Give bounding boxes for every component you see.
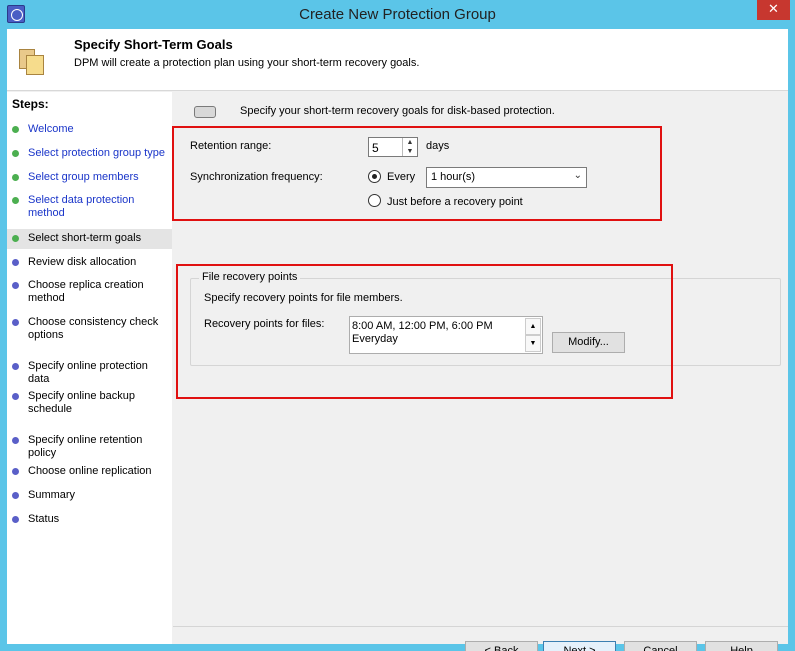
step-specify-online-backup-schedule: Specify online backup schedule bbox=[7, 390, 172, 418]
recovery-times: 8:00 AM, 12:00 PM, 6:00 PM bbox=[352, 320, 493, 332]
step-select-data-protection-method[interactable]: Select data protection method bbox=[7, 194, 172, 222]
modify-button[interactable]: Modify... bbox=[552, 332, 625, 353]
step-done-icon bbox=[12, 150, 19, 157]
page-description: DPM will create a protection plan using … bbox=[74, 57, 420, 69]
step-summary: Summary bbox=[7, 489, 172, 505]
step-done-icon bbox=[12, 174, 19, 181]
step-specify-online-retention-policy: Specify online retention policy bbox=[7, 434, 172, 459]
step-status: Status bbox=[7, 513, 172, 529]
sync-interval-dropdown[interactable]: 1 hour(s) ⌄ bbox=[426, 167, 587, 188]
before-recovery-point-label[interactable]: Just before a recovery point bbox=[387, 196, 523, 208]
step-pending-icon bbox=[12, 259, 19, 266]
step-done-icon bbox=[12, 197, 19, 204]
close-button[interactable]: ✕ bbox=[757, 0, 790, 20]
step-specify-online-protection-data: Specify online protection data bbox=[7, 360, 172, 385]
step-pending-icon bbox=[12, 282, 19, 289]
step-label: Welcome bbox=[28, 123, 74, 135]
scroll-down-icon[interactable]: ▼ bbox=[525, 335, 541, 352]
window-title: Create New Protection Group bbox=[299, 6, 496, 23]
disk-icon bbox=[194, 106, 216, 118]
step-label: Select short-term goals bbox=[28, 232, 142, 244]
retention-unit-label: days bbox=[426, 140, 450, 152]
dialog-window: Create New Protection Group ✕ Specify Sh… bbox=[0, 0, 795, 651]
recovery-points-label: Recovery points for files: bbox=[204, 318, 325, 330]
every-radio-label[interactable]: Every bbox=[387, 171, 415, 183]
step-select-protection-group-type[interactable]: Select protection group type bbox=[7, 147, 172, 163]
sync-interval-value: 1 hour(s) bbox=[431, 171, 476, 183]
step-select-group-members[interactable]: Select group members bbox=[7, 171, 172, 187]
step-choose-consistency-check-options: Choose consistency check options bbox=[7, 316, 172, 344]
step-done-icon bbox=[12, 126, 19, 133]
step-pending-icon bbox=[12, 492, 19, 499]
step-label: Select data protection method bbox=[28, 194, 135, 219]
list-scrollbar[interactable]: ▲ ▼ bbox=[525, 318, 541, 352]
step-current-icon bbox=[12, 235, 19, 242]
cancel-button[interactable]: Cancel bbox=[624, 641, 697, 651]
step-label: Status bbox=[28, 513, 60, 525]
retention-range-value[interactable]: 5 bbox=[372, 141, 379, 155]
next-button[interactable]: Next > bbox=[543, 641, 616, 651]
folders-icon bbox=[19, 49, 45, 75]
step-label: Choose consistency check options bbox=[28, 316, 159, 341]
step-label: Summary bbox=[28, 489, 76, 501]
step-choose-online-replication: Choose online replication bbox=[7, 465, 172, 481]
file-recovery-description: Specify recovery points for file members… bbox=[204, 292, 403, 304]
before-recovery-point-radio[interactable] bbox=[368, 194, 381, 207]
step-pending-icon bbox=[12, 437, 19, 444]
step-choose-replica-creation-method: Choose replica creation method bbox=[7, 279, 172, 307]
step-pending-icon bbox=[12, 319, 19, 326]
footer-divider bbox=[173, 626, 788, 627]
steps-panel: Steps: Welcome Select protection group t… bbox=[7, 92, 172, 644]
help-button[interactable]: Help bbox=[705, 641, 778, 651]
step-select-short-term-goals[interactable]: Select short-term goals bbox=[7, 229, 172, 249]
spin-down-icon[interactable]: ▼ bbox=[403, 147, 417, 156]
sync-frequency-label: Synchronization frequency: bbox=[190, 171, 323, 183]
retention-range-spinner[interactable]: 5 ▲ ▼ bbox=[368, 137, 418, 157]
step-label: Choose online replication bbox=[28, 465, 152, 477]
every-radio[interactable] bbox=[368, 170, 381, 183]
page-title: Specify Short-Term Goals bbox=[74, 37, 233, 52]
step-label: Choose replica creation method bbox=[28, 279, 144, 304]
retention-range-label: Retention range: bbox=[190, 140, 272, 152]
scroll-up-icon[interactable]: ▲ bbox=[525, 318, 541, 335]
back-button[interactable]: < Back bbox=[465, 641, 538, 651]
step-pending-icon bbox=[12, 468, 19, 475]
intro-text: Specify your short-term recovery goals f… bbox=[240, 105, 555, 117]
title-bar[interactable]: Create New Protection Group ✕ bbox=[0, 0, 795, 28]
recovery-schedule-list[interactable]: 8:00 AM, 12:00 PM, 6:00 PM Everyday ▲ ▼ bbox=[349, 316, 543, 354]
step-label: Specify online retention policy bbox=[28, 434, 143, 459]
step-pending-icon bbox=[12, 363, 19, 370]
steps-title: Steps: bbox=[12, 97, 49, 111]
step-label: Review disk allocation bbox=[28, 256, 137, 268]
wizard-client-area: Specify Short-Term Goals DPM will create… bbox=[7, 29, 788, 651]
step-welcome[interactable]: Welcome bbox=[7, 123, 172, 139]
step-pending-icon bbox=[12, 516, 19, 523]
wizard-header: Specify Short-Term Goals DPM will create… bbox=[7, 29, 788, 91]
recovery-frequency: Everyday bbox=[352, 333, 398, 345]
step-label: Select protection group type bbox=[28, 147, 165, 159]
step-label: Specify online backup schedule bbox=[28, 390, 136, 415]
chevron-down-icon: ⌄ bbox=[573, 170, 582, 181]
step-label: Specify online protection data bbox=[28, 360, 148, 385]
step-review-disk-allocation: Review disk allocation bbox=[7, 256, 172, 272]
spin-up-icon[interactable]: ▲ bbox=[403, 138, 417, 147]
step-pending-icon bbox=[12, 393, 19, 400]
main-content: Specify your short-term recovery goals f… bbox=[172, 92, 788, 651]
step-label: Select group members bbox=[28, 171, 139, 183]
